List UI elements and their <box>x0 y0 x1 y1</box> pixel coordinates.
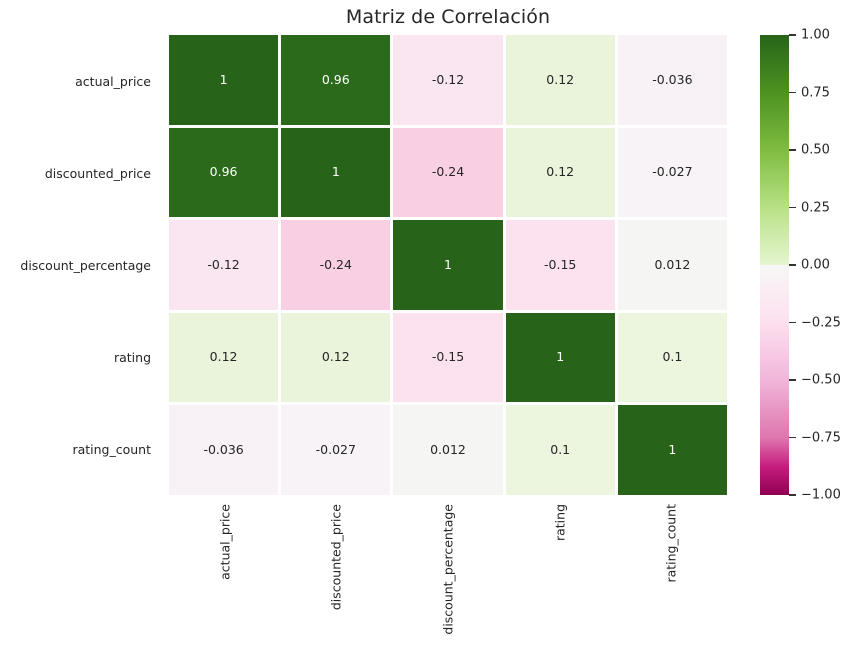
heatmap-cell-value: 0.12 <box>209 349 238 365</box>
heatmap-cell-value: -0.15 <box>431 349 465 365</box>
y-axis-tick-labels: actual_price discounted_price discount_per… <box>0 35 160 495</box>
colorbar-tick <box>789 206 796 209</box>
heatmap-cell-value: -0.027 <box>315 441 356 457</box>
colorbar-tick-label: 1.00 <box>801 27 830 43</box>
heatmap-cell-value: -0.027 <box>652 164 693 180</box>
colorbar-tick-label: −0.25 <box>801 315 841 330</box>
colorbar-tick-label: −0.75 <box>801 430 841 445</box>
colorbar-tick <box>789 34 796 36</box>
x-tick-label: rating_count <box>663 504 679 583</box>
heatmap-cell: -0.24 <box>281 220 391 310</box>
heatmap-cell: -0.24 <box>393 127 503 218</box>
correlation-matrix-figure: Matriz de Correlación actual_pricediscou… <box>0 0 854 664</box>
colorbar-tick-label: −0.50 <box>801 372 841 388</box>
colorbar-tick <box>789 494 796 496</box>
heatmap-cell-value: 0.96 <box>209 164 238 180</box>
heatmap-cell-value: 0.1 <box>550 441 571 457</box>
heatmap-cell: -0.15 <box>393 312 503 403</box>
heatmap-cell-value: 0.96 <box>321 71 350 87</box>
heatmap-cell: -0.036 <box>169 405 279 495</box>
heatmap-cell: -0.027 <box>617 127 727 218</box>
heatmap-cell: 0.12 <box>505 127 615 218</box>
heatmap-cell: 1 <box>281 127 391 218</box>
heatmap-cell: 0.12 <box>281 312 391 403</box>
colorbar: 1.00 0.75 0.50 0.25 0.00 −0.25 −0.50 −0.75 −1.00 <box>760 28 854 503</box>
x-tick-label: discount_percentage <box>440 504 456 635</box>
heatmap-cell-value: 0.12 <box>546 164 575 180</box>
heatmap-cell-value: -0.036 <box>652 71 693 87</box>
colorbar-tick-label: −1.00 <box>801 487 841 503</box>
x-tick-slot: discount_percentage <box>392 495 504 664</box>
heatmap-cell: 1 <box>169 35 279 125</box>
heatmap-cell-value: 0.12 <box>321 349 350 365</box>
heatmap-cell: 0.1 <box>617 312 727 403</box>
heatmap-cell-value: -0.12 <box>431 71 465 87</box>
y-tick-label: discount_percentage <box>20 257 151 273</box>
heatmap-cell-value: 0.1 <box>662 349 683 365</box>
heatmap-grid: 1 0.96 -0.12 0.12 -0.036 0.96 1 -0.24 0.12 -0.027… <box>169 35 727 495</box>
x-tick-label: discounted_price <box>328 504 344 611</box>
heatmap-cell: 0.012 <box>617 220 727 310</box>
x-tick-slot: rating <box>504 495 616 664</box>
heatmap-cell: 1 <box>505 312 615 403</box>
colorbar-tick <box>789 264 796 266</box>
x-tick-label: rating <box>552 504 568 542</box>
heatmap-cell: 0.12 <box>169 312 279 403</box>
heatmap-cell-value: -0.24 <box>319 256 352 272</box>
heatmap-cell-value: 1 <box>444 256 452 272</box>
heatmap-cell-value: 0.012 <box>654 256 691 272</box>
heatmap-cell: 0.012 <box>393 405 503 495</box>
x-tick-slot: actual_price <box>169 495 281 664</box>
x-tick-label: actual_price <box>217 504 233 580</box>
heatmap-cell-value: 1 <box>331 164 340 180</box>
heatmap-cell: 1 <box>617 405 727 495</box>
heatmap-cell: -0.15 <box>505 220 615 310</box>
heatmap-cell: -0.036 <box>617 35 727 125</box>
heatmap-cell-value: -0.15 <box>544 256 577 272</box>
colorbar-gradient <box>760 35 789 495</box>
heatmap-cell-value: 1 <box>219 71 228 87</box>
colorbar-tick <box>789 149 796 151</box>
heatmap-cell: 0.12 <box>505 35 615 125</box>
heatmap-cell-value: -0.12 <box>207 256 240 272</box>
heatmap-cell-value: 0.12 <box>546 71 575 87</box>
y-tick-label: actual_price <box>75 73 151 89</box>
y-tick-label: rating <box>113 349 151 365</box>
heatmap-cell: 0.96 <box>169 127 279 218</box>
y-tick-label: discounted_price <box>44 165 151 181</box>
colorbar-tick <box>789 436 796 439</box>
x-tick-slot: rating_count <box>615 495 727 664</box>
colorbar-tick-label: 0.25 <box>801 200 830 215</box>
chart-title: Matriz de Correlación <box>345 6 551 28</box>
colorbar-tick-label: 0.50 <box>801 142 830 158</box>
colorbar-tick <box>789 379 796 381</box>
heatmap-cell: -0.12 <box>169 220 279 310</box>
colorbar-tick <box>789 91 796 94</box>
heatmap-cell-value: 1 <box>556 349 565 365</box>
heatmap-cell: 0.1 <box>505 405 615 495</box>
heatmap-cell-value: 1 <box>668 441 677 457</box>
heatmap-cell-value: -0.24 <box>431 164 465 180</box>
heatmap-cell: 0.96 <box>281 35 391 125</box>
y-tick-label: rating_count <box>72 441 151 457</box>
heatmap-cell: 1 <box>393 220 503 310</box>
x-tick-slot: discounted_price <box>281 495 393 664</box>
heatmap-cell-value: 0.012 <box>430 441 466 457</box>
colorbar-tick <box>789 321 796 324</box>
x-axis-tick-labels: actual_price discounted_price discount_per… <box>169 495 727 664</box>
heatmap-cell: -0.12 <box>393 35 503 125</box>
heatmap-cell: -0.027 <box>281 405 391 495</box>
colorbar-tick-label: 0.00 <box>801 257 830 273</box>
heatmap-cell-value: -0.036 <box>203 441 244 457</box>
colorbar-tick-label: 0.75 <box>801 85 830 100</box>
